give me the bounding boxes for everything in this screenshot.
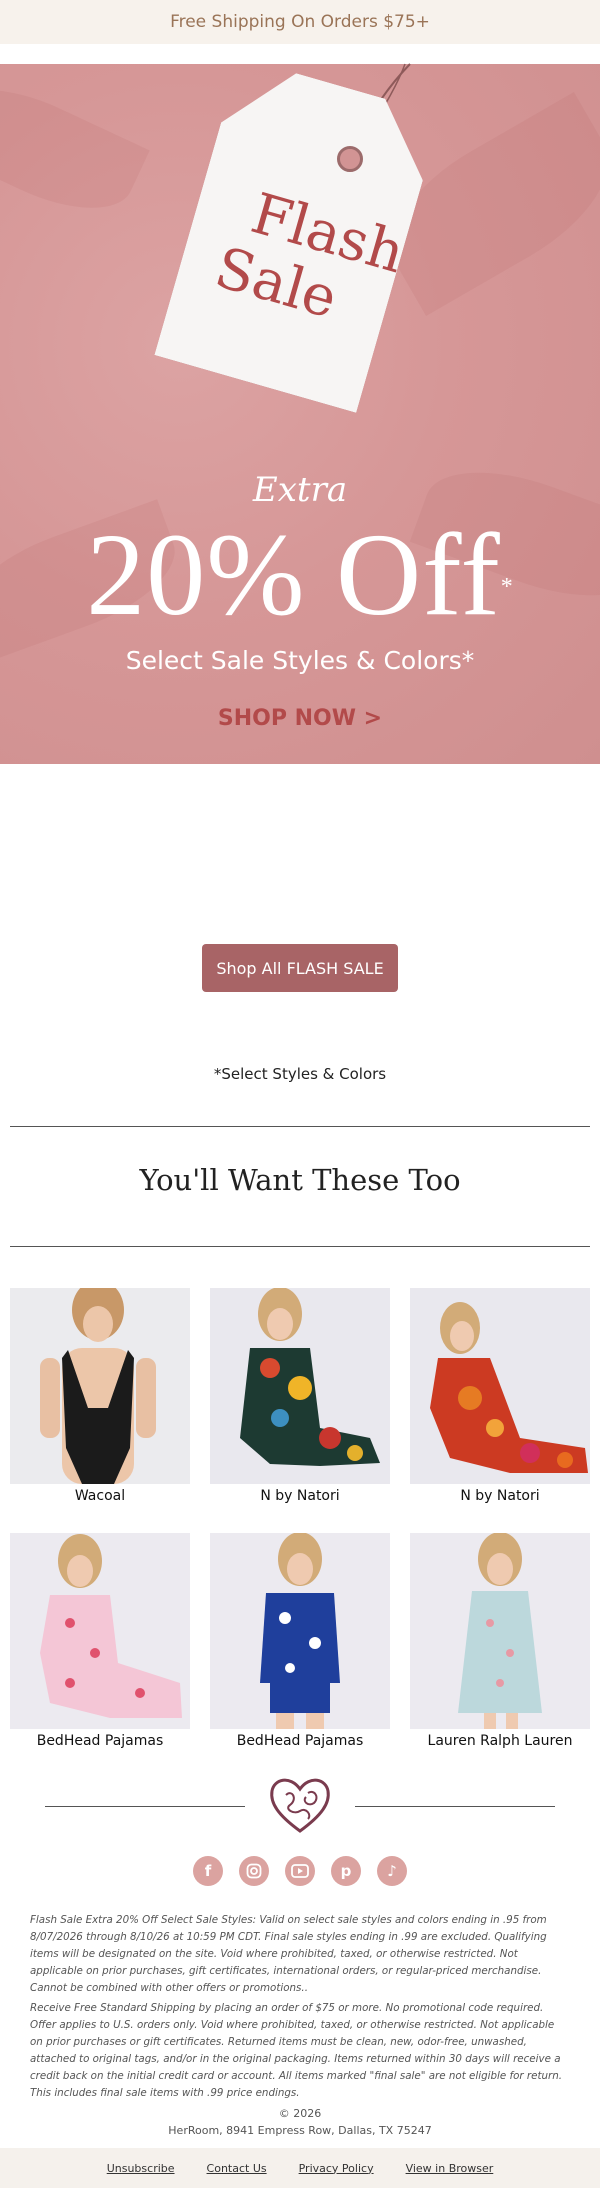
product-card[interactable]: BedHead Pajamas — [210, 1533, 390, 1749]
view-in-browser-link[interactable]: View in Browser — [406, 2162, 494, 2175]
heart-logo-icon — [270, 1778, 330, 1833]
product-brand[interactable]: Lauren Ralph Lauren — [410, 1733, 590, 1749]
product-image[interactable] — [210, 1288, 390, 1484]
tag-hole — [337, 146, 363, 172]
product-image[interactable] — [210, 1533, 390, 1729]
product-card[interactable]: N by Natori — [210, 1288, 390, 1504]
product-brand[interactable]: BedHead Pajamas — [210, 1733, 390, 1749]
flash-sale-terms: Flash Sale Extra 20% Off Select Sale Sty… — [30, 1914, 547, 1994]
privacy-policy-link[interactable]: Privacy Policy — [299, 2162, 374, 2175]
divider — [10, 1126, 590, 1127]
copyright: © 2026 — [278, 2107, 322, 2120]
divider-line-right — [355, 1806, 555, 1807]
facebook-icon[interactable]: f — [193, 1856, 223, 1886]
product-brand[interactable]: BedHead Pajamas — [10, 1733, 190, 1749]
product-brand[interactable]: Wacoal — [10, 1488, 190, 1504]
hero-extra: Extra — [252, 470, 348, 510]
product-image[interactable] — [410, 1533, 590, 1729]
pinterest-icon[interactable]: p — [331, 1856, 361, 1886]
product-brand[interactable]: N by Natori — [210, 1488, 390, 1504]
hero-offer: 20% Off* — [0, 515, 600, 635]
unsubscribe-link[interactable]: Unsubscribe — [107, 2162, 175, 2175]
product-image[interactable] — [410, 1288, 590, 1484]
shop-now-link[interactable]: SHOP NOW > — [0, 706, 600, 731]
divider — [10, 1246, 590, 1247]
product-brand[interactable]: N by Natori — [410, 1488, 590, 1504]
footer-links: Unsubscribe Contact Us Privacy Policy Vi… — [0, 2148, 600, 2188]
heart-divider — [0, 1775, 600, 1839]
divider-line-left — [45, 1806, 245, 1807]
hero-subhead: Select Sale Styles & Colors* — [125, 646, 475, 675]
shipping-terms: Receive Free Standard Shipping by placin… — [30, 2002, 563, 2099]
company-address: HerRoom, 8941 Empress Row, Dallas, TX 75… — [168, 2124, 432, 2137]
select-styles-note: *Select Styles & Colors — [213, 1065, 387, 1083]
youtube-icon[interactable] — [285, 1856, 315, 1886]
product-image[interactable] — [10, 1288, 190, 1484]
instagram-icon[interactable] — [239, 1856, 269, 1886]
product-card[interactable]: N by Natori — [410, 1288, 590, 1504]
product-card[interactable]: Lauren Ralph Lauren — [410, 1533, 590, 1749]
section-title: You'll Want These Too — [139, 1163, 461, 1197]
product-image[interactable] — [10, 1533, 190, 1729]
product-card[interactable]: Wacoal — [10, 1288, 190, 1504]
hero-offer-asterisk: * — [500, 574, 514, 600]
shop-all-flash-sale-button[interactable]: Shop All FLASH SALE — [202, 944, 398, 992]
contact-us-link[interactable]: Contact Us — [207, 2162, 267, 2175]
tiktok-icon[interactable]: ♪ — [377, 1856, 407, 1886]
product-card[interactable]: BedHead Pajamas — [10, 1533, 190, 1749]
hero-offer-text: 20% Off — [86, 509, 501, 640]
